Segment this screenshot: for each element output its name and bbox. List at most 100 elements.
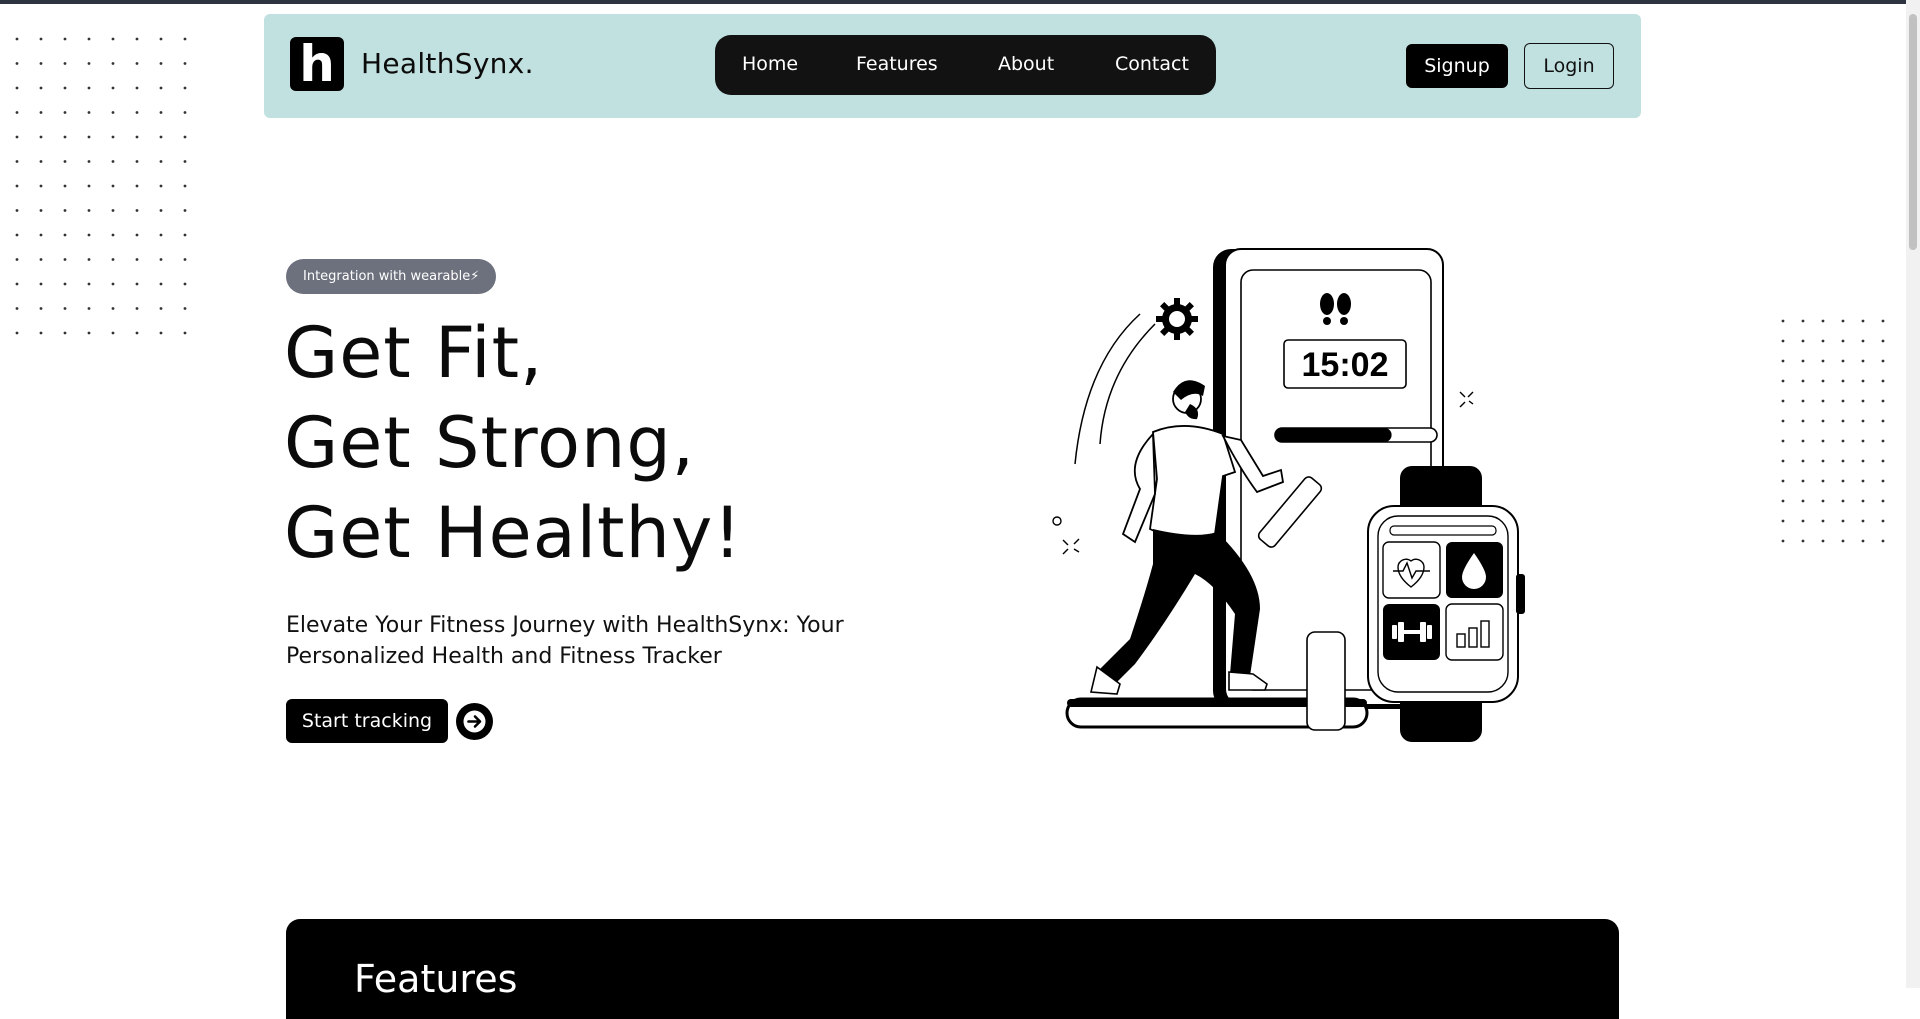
signup-button[interactable]: Signup xyxy=(1406,44,1508,88)
decorative-dot xyxy=(39,233,43,237)
hero-headline-line-3: Get Healthy! xyxy=(284,492,743,574)
decorative-dot xyxy=(87,258,91,261)
decorative-dot xyxy=(1781,439,1785,443)
decorative-dot xyxy=(1801,479,1805,483)
brand-logo-icon[interactable]: h xyxy=(290,37,344,91)
decorative-dot xyxy=(1841,499,1845,503)
decorative-dot xyxy=(135,331,139,335)
decorative-dot xyxy=(63,258,67,261)
decorative-dot xyxy=(1861,499,1865,503)
decorative-dot xyxy=(39,62,43,65)
decorative-dot xyxy=(39,307,43,310)
decorative-dot xyxy=(111,111,115,114)
decorative-dot xyxy=(1801,419,1805,423)
decorative-dot xyxy=(1801,519,1805,523)
decorative-dot xyxy=(1841,359,1845,363)
decorative-dot xyxy=(159,135,163,139)
decorative-dot xyxy=(135,209,139,212)
nav-link-contact[interactable]: Contact xyxy=(1115,53,1189,75)
decorative-dot xyxy=(1881,319,1885,323)
login-button[interactable]: Login xyxy=(1524,43,1614,89)
nav-link-home[interactable]: Home xyxy=(742,53,798,75)
nav-menu: Home Features About Contact xyxy=(715,35,1216,95)
decorative-dot xyxy=(87,307,91,310)
decorative-dot xyxy=(1801,459,1805,463)
decorative-dot xyxy=(111,37,115,41)
decorative-dot xyxy=(1841,459,1845,463)
decorative-dot xyxy=(183,282,187,286)
decorative-dot xyxy=(183,209,187,212)
decorative-dot xyxy=(1781,419,1785,423)
decorative-dot xyxy=(159,62,163,65)
decorative-dot xyxy=(111,184,115,188)
decorative-dot xyxy=(1881,519,1885,523)
decorative-dot xyxy=(15,37,19,41)
decorative-dot xyxy=(159,233,163,237)
decorative-dot xyxy=(1861,319,1865,323)
decorative-dot xyxy=(183,37,187,41)
brand-name[interactable]: HealthSynx. xyxy=(361,47,534,80)
decorative-dot xyxy=(1821,339,1825,343)
start-tracking-button[interactable]: Start tracking xyxy=(286,699,448,743)
decorative-dot xyxy=(1781,379,1785,383)
decorative-dot xyxy=(39,209,43,212)
features-section-title: Features xyxy=(354,957,518,1001)
nav-link-features[interactable]: Features xyxy=(856,53,938,75)
decorative-dot xyxy=(63,233,67,237)
arrow-right-icon[interactable] xyxy=(456,703,493,740)
decorative-dot xyxy=(1881,419,1885,423)
decorative-dot xyxy=(87,135,91,139)
hero-headline-line-1: Get Fit, xyxy=(284,312,544,394)
decorative-dot xyxy=(1781,319,1785,323)
decorative-dot xyxy=(39,184,43,188)
decorative-dot xyxy=(183,86,187,90)
decorative-dot xyxy=(1841,339,1845,343)
decorative-dot xyxy=(111,258,115,261)
decorative-dot xyxy=(159,282,163,286)
decorative-dot xyxy=(135,184,139,188)
scrollbar-thumb[interactable] xyxy=(1909,14,1917,250)
decorative-dot xyxy=(87,331,91,335)
decorative-dot xyxy=(183,135,187,139)
decorative-dot xyxy=(1861,459,1865,463)
decorative-dot xyxy=(1861,419,1865,423)
decorative-dot xyxy=(15,86,19,90)
decorative-dot xyxy=(1881,339,1885,343)
decorative-dot xyxy=(1801,399,1805,403)
decorative-dot xyxy=(15,233,19,237)
hero-headline-line-2: Get Strong, xyxy=(284,402,696,484)
nav-link-about[interactable]: About xyxy=(998,53,1054,75)
decorative-dot xyxy=(111,233,115,237)
decorative-dot xyxy=(111,331,115,335)
page-scrollbar[interactable] xyxy=(1906,0,1920,988)
decorative-dot xyxy=(1821,539,1825,543)
decorative-dot xyxy=(1841,439,1845,443)
decorative-dot xyxy=(15,258,19,261)
decorative-dot xyxy=(1821,519,1825,523)
decorative-dot xyxy=(135,37,139,41)
decorative-dot xyxy=(15,135,19,139)
decorative-dot xyxy=(183,160,187,163)
decorative-dot xyxy=(1781,539,1785,543)
decorative-dot xyxy=(1801,499,1805,503)
decorative-dot xyxy=(1861,439,1865,443)
timer-display: 15:02 xyxy=(1302,346,1389,384)
decorative-dot xyxy=(1781,359,1785,363)
decorative-dot xyxy=(39,135,43,139)
smartwatch-illustration xyxy=(1367,466,1525,742)
decorative-dot xyxy=(135,233,139,237)
decorative-dot xyxy=(39,111,43,114)
decorative-dot xyxy=(1861,339,1865,343)
decorative-dot xyxy=(15,282,19,286)
decorative-dot xyxy=(1781,499,1785,503)
decorative-dot xyxy=(1781,479,1785,483)
decorative-dot xyxy=(1821,319,1825,323)
decorative-dot xyxy=(1861,519,1865,523)
decorative-dot xyxy=(15,111,19,114)
features-section: Features xyxy=(286,919,1619,1019)
decorative-dot xyxy=(1821,359,1825,363)
decorative-dot xyxy=(183,331,187,335)
decorative-dot xyxy=(1781,339,1785,343)
decorative-dot xyxy=(159,86,163,90)
top-navbar: h HealthSynx. Home Features About Contac… xyxy=(264,14,1641,118)
